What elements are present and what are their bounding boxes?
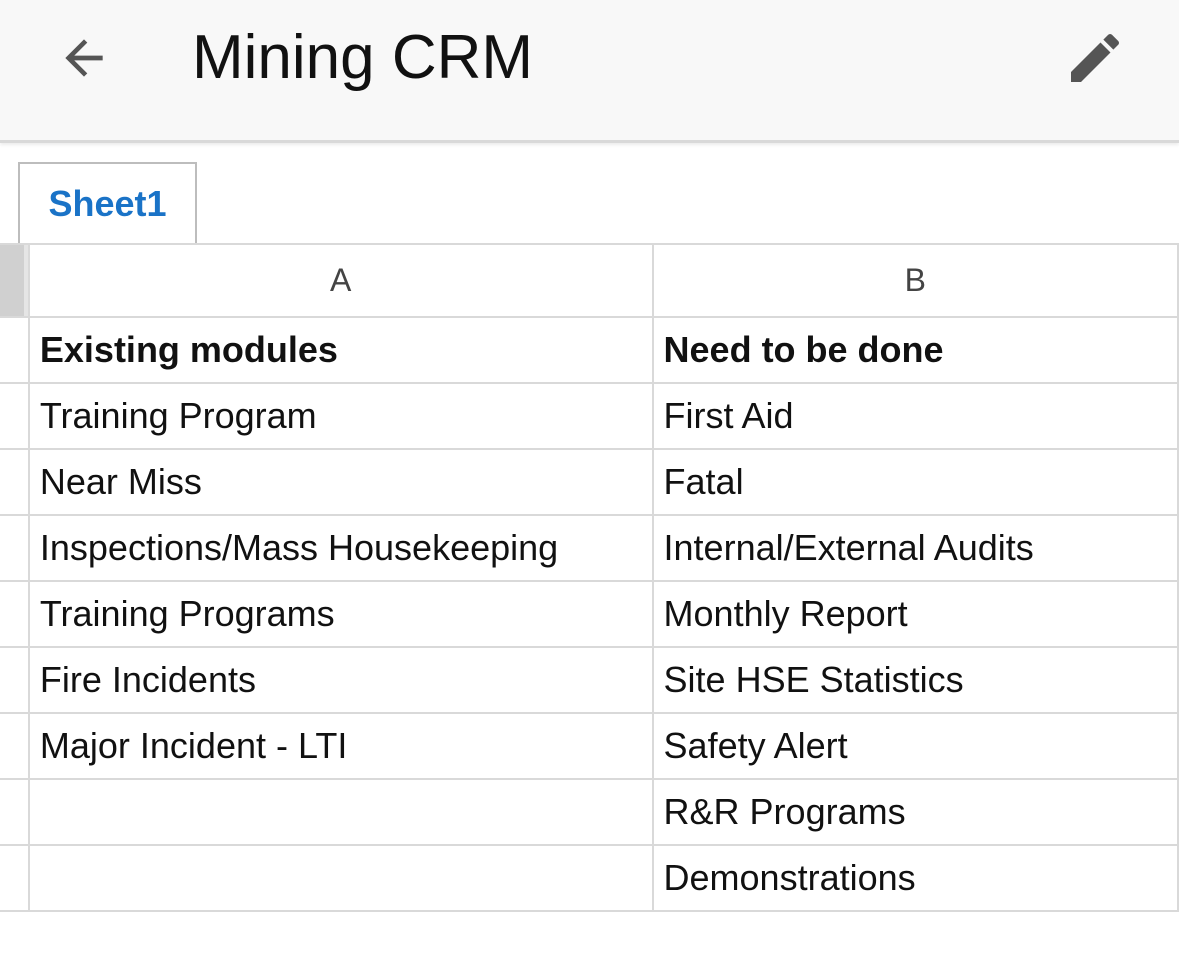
row-header[interactable] <box>0 778 30 846</box>
table-row: Training Programs Monthly Report <box>0 580 1179 648</box>
table-row: R&R Programs <box>0 778 1179 846</box>
table-row: Training Program First Aid <box>0 382 1179 450</box>
row-header[interactable] <box>0 646 30 714</box>
cell-b6[interactable]: Site HSE Statistics <box>651 646 1179 714</box>
cell-a2[interactable]: Training Program <box>27 382 654 450</box>
back-button[interactable] <box>44 18 124 98</box>
cell-a7[interactable]: Major Incident - LTI <box>27 712 654 780</box>
table-row: Fire Incidents Site HSE Statistics <box>0 646 1179 714</box>
cell-b1[interactable]: Need to be done <box>651 316 1179 384</box>
page-title: Mining CRM <box>192 23 534 92</box>
cell-a3[interactable]: Near Miss <box>27 448 654 516</box>
spreadsheet-grid: A B Existing modules Need to be done Tra… <box>0 243 1179 912</box>
table-row: Existing modules Need to be done <box>0 316 1179 384</box>
cell-a6[interactable]: Fire Incidents <box>27 646 654 714</box>
cell-b7[interactable]: Safety Alert <box>651 712 1179 780</box>
tab-sheet1[interactable]: Sheet1 <box>18 162 197 244</box>
column-header-b[interactable]: B <box>651 243 1179 318</box>
select-all-corner[interactable] <box>0 243 30 318</box>
cell-b2[interactable]: First Aid <box>651 382 1179 450</box>
cell-b9[interactable]: Demonstrations <box>651 844 1179 912</box>
cell-a9[interactable] <box>27 844 654 912</box>
arrow-back-icon <box>65 39 103 77</box>
column-header-row: A B <box>0 243 1179 318</box>
cell-a8[interactable] <box>27 778 654 846</box>
cell-a5[interactable]: Training Programs <box>27 580 654 648</box>
row-header[interactable] <box>0 712 30 780</box>
row-header[interactable] <box>0 844 30 912</box>
edit-button[interactable] <box>1052 18 1138 98</box>
cell-a1[interactable]: Existing modules <box>27 316 654 384</box>
column-header-a[interactable]: A <box>27 243 654 318</box>
table-row: Inspections/Mass Housekeeping Internal/E… <box>0 514 1179 582</box>
cell-b5[interactable]: Monthly Report <box>651 580 1179 648</box>
row-header[interactable] <box>0 448 30 516</box>
row-header[interactable] <box>0 514 30 582</box>
cell-a4[interactable]: Inspections/Mass Housekeeping <box>27 514 654 582</box>
cell-b3[interactable]: Fatal <box>651 448 1179 516</box>
app-bar: Mining CRM <box>0 0 1179 143</box>
row-header[interactable] <box>0 580 30 648</box>
row-header[interactable] <box>0 382 30 450</box>
cell-b4[interactable]: Internal/External Audits <box>651 514 1179 582</box>
table-row: Demonstrations <box>0 844 1179 912</box>
pencil-edit-icon <box>1071 33 1120 82</box>
row-header[interactable] <box>0 316 30 384</box>
table-row: Near Miss Fatal <box>0 448 1179 516</box>
cell-b8[interactable]: R&R Programs <box>651 778 1179 846</box>
table-row: Major Incident - LTI Safety Alert <box>0 712 1179 780</box>
